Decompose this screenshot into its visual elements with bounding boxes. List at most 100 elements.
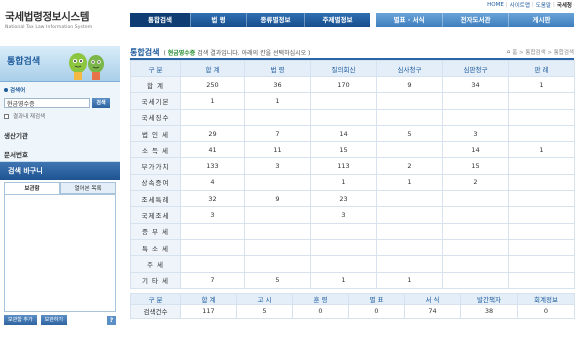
count-cell[interactable]: 36 bbox=[244, 75, 311, 94]
search-button[interactable]: 검색 bbox=[92, 98, 110, 108]
table-row: 검색건수 117 5 0 0 74 38 0 bbox=[130, 303, 575, 319]
count-cell[interactable]: 14 bbox=[442, 141, 509, 159]
count-cell[interactable]: 41 bbox=[180, 141, 245, 159]
count-cell[interactable]: 133 bbox=[180, 157, 245, 175]
count-col-directive: 훈 령 bbox=[292, 292, 349, 305]
count-cell[interactable]: 1 bbox=[508, 75, 575, 94]
sidebar-header: 통합검색 bbox=[0, 46, 120, 82]
count-cell[interactable]: 2 bbox=[442, 173, 509, 192]
help-icon[interactable]: ? bbox=[107, 315, 116, 325]
count-cell[interactable]: 1 bbox=[376, 173, 443, 192]
search-basket-header: 검색 바구니 bbox=[0, 162, 120, 180]
count-cell[interactable]: 2 bbox=[376, 157, 443, 175]
nav-tab-type-info[interactable]: 종류별정보 bbox=[246, 13, 304, 27]
nav-tab-e-library[interactable]: 전자도서관 bbox=[442, 13, 508, 27]
count-cell bbox=[442, 206, 509, 224]
count-cell[interactable]: 5 bbox=[376, 124, 443, 143]
count-cell bbox=[508, 190, 575, 208]
sidebar: 통합검색 검색어 검색 결과내 재검색 생산기관 문서번호 bbox=[0, 46, 120, 342]
count-cell[interactable]: 5 bbox=[244, 271, 311, 289]
count-cell bbox=[508, 255, 575, 273]
row-category-cell: 조세특례 bbox=[130, 190, 181, 208]
basket-list[interactable] bbox=[4, 194, 116, 312]
search-input[interactable] bbox=[4, 98, 90, 108]
count-cell[interactable]: 3 bbox=[310, 206, 377, 224]
count-cell[interactable]: 0 bbox=[517, 303, 575, 319]
count-cell[interactable]: 3 bbox=[442, 124, 509, 143]
table-row: 합 계 250 36 170 9 34 1 bbox=[130, 75, 575, 94]
subtitle-open: ( bbox=[163, 49, 166, 57]
count-cell bbox=[310, 238, 377, 257]
row-category-cell: 기 타 세 bbox=[130, 271, 181, 289]
count-cell[interactable]: 3 bbox=[180, 206, 245, 224]
count-cell[interactable]: 23 bbox=[310, 190, 377, 208]
count-cell[interactable]: 4 bbox=[180, 173, 245, 192]
within-results-checkbox[interactable] bbox=[4, 113, 9, 119]
count-cell[interactable]: 9 bbox=[244, 190, 311, 208]
search-row: 검색 bbox=[4, 98, 116, 108]
tab-storage[interactable]: 보관함 bbox=[4, 182, 60, 194]
count-cell[interactable]: 1 bbox=[376, 271, 443, 289]
count-cell[interactable]: 1 bbox=[310, 173, 377, 192]
count-cell[interactable]: 250 bbox=[180, 75, 245, 94]
global-nav-group-2: 별표 · 서식 전자도서관 게시판 bbox=[376, 13, 574, 27]
bullet-icon bbox=[4, 88, 8, 92]
count-cell[interactable]: 32 bbox=[180, 190, 245, 208]
table-row: 소 득 세 41 11 15 14 1 bbox=[130, 141, 575, 159]
count-cell[interactable]: 74 bbox=[404, 303, 461, 319]
count-cell bbox=[376, 206, 443, 224]
count-cell[interactable]: 0 bbox=[292, 303, 349, 319]
count-cell[interactable]: 38 bbox=[460, 303, 518, 319]
top-link-sitemap[interactable]: 사이트맵 bbox=[510, 1, 530, 9]
save-button[interactable]: 보관하기 bbox=[40, 315, 67, 325]
count-header-row: 구 분 합 계 고 시 훈 령 별 표 서 식 발간책자 회계정보 bbox=[130, 292, 575, 305]
sidebar-link-doc-number[interactable]: 문서번호 bbox=[4, 149, 116, 159]
count-cell[interactable]: 14 bbox=[310, 124, 377, 143]
count-cell[interactable]: 0 bbox=[348, 303, 405, 319]
count-cell bbox=[442, 190, 509, 208]
count-cell bbox=[376, 141, 443, 159]
count-cell[interactable]: 170 bbox=[310, 75, 377, 94]
search-keyword: 현금영수증 bbox=[167, 49, 196, 57]
main-title-bar: 통합검색 ( 현금영수증 검색 결과입니다. 아래의 칸을 선택하십시오 ) ⌂… bbox=[130, 46, 574, 60]
count-cell bbox=[376, 255, 443, 273]
count-cell[interactable]: 1 bbox=[508, 141, 575, 159]
basket-footer: 보관함 추가 보관하기 ? bbox=[0, 312, 120, 328]
count-cell[interactable]: 113 bbox=[310, 157, 377, 175]
top-link-nts[interactable]: 국세청 bbox=[557, 1, 572, 9]
count-cell bbox=[508, 92, 575, 110]
count-cell[interactable]: 34 bbox=[442, 75, 509, 94]
site-logo[interactable]: 국세법령정보시스템 National Tax Law Information S… bbox=[5, 9, 117, 30]
count-cell[interactable]: 3 bbox=[244, 157, 311, 175]
count-col-notice: 고 시 bbox=[236, 292, 293, 305]
row-category-cell: 부가가치 bbox=[130, 157, 181, 175]
nav-tab-board[interactable]: 게시판 bbox=[508, 13, 574, 27]
count-cell bbox=[244, 238, 311, 257]
count-cell[interactable]: 9 bbox=[376, 75, 443, 94]
count-cell[interactable]: 1 bbox=[180, 92, 245, 110]
nav-tab-topic-info[interactable]: 주제별정보 bbox=[304, 13, 370, 27]
count-cell bbox=[442, 271, 509, 289]
count-cell[interactable]: 5 bbox=[236, 303, 293, 319]
count-cell[interactable]: 7 bbox=[244, 124, 311, 143]
top-link-home[interactable]: HOME bbox=[487, 2, 504, 8]
count-cell[interactable]: 7 bbox=[180, 271, 245, 289]
count-cell[interactable]: 117 bbox=[180, 303, 237, 319]
within-results-option[interactable]: 결과내 재검색 bbox=[4, 112, 116, 120]
top-link-help[interactable]: 도움말 bbox=[536, 1, 551, 9]
count-cell[interactable]: 1 bbox=[244, 92, 311, 110]
count-cell[interactable]: 15 bbox=[310, 141, 377, 159]
nav-tab-laws[interactable]: 법 령 bbox=[190, 13, 246, 27]
sidebar-link-agency[interactable]: 생산기관 bbox=[4, 130, 116, 140]
nav-tab-unified-search[interactable]: 통합검색 bbox=[130, 13, 190, 27]
count-cell[interactable]: 1 bbox=[310, 271, 377, 289]
nav-tab-forms[interactable]: 별표 · 서식 bbox=[376, 13, 442, 27]
sidebar-title: 통합검색 bbox=[7, 57, 41, 67]
add-to-storage-button[interactable]: 보관함 추가 bbox=[4, 315, 37, 325]
tab-viewed-list[interactable]: 열어본 목록 bbox=[60, 182, 116, 194]
col-header-inquiry-reply: 질의회신 bbox=[310, 60, 377, 77]
count-cell[interactable]: 11 bbox=[244, 141, 311, 159]
count-cell[interactable]: 29 bbox=[180, 124, 245, 143]
count-cell bbox=[508, 108, 575, 126]
count-cell[interactable]: 15 bbox=[442, 157, 509, 175]
